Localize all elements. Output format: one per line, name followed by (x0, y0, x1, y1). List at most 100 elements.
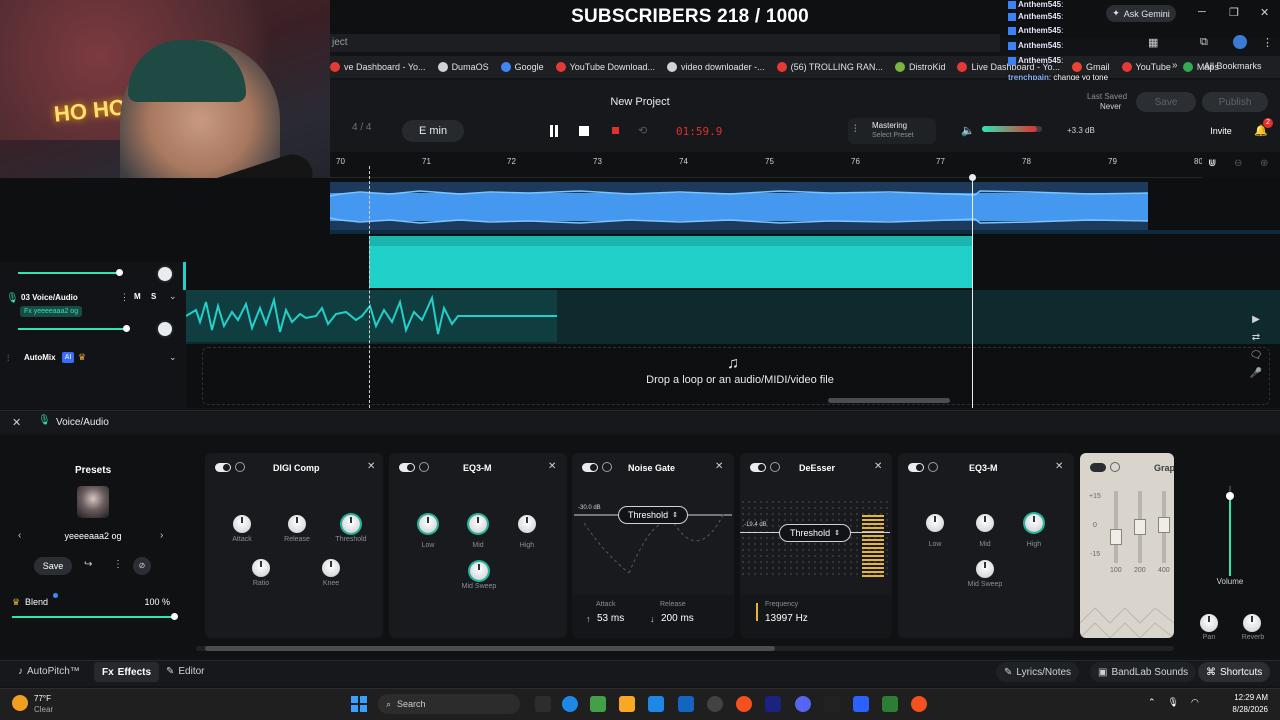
track-name[interactable]: 03 Voice/Audio (21, 293, 78, 302)
record-button[interactable] (612, 127, 619, 134)
effect-toggle[interactable] (215, 463, 231, 472)
ratio-knob[interactable] (252, 559, 270, 577)
zoom-in-icon[interactable]: ⊕ (1260, 158, 1268, 169)
info-icon[interactable] (1110, 462, 1120, 472)
voice-audio-clip[interactable] (185, 290, 557, 342)
publish-button[interactable]: Publish (1202, 92, 1268, 112)
shortcuts-button[interactable]: ⌘ Shortcuts (1198, 662, 1271, 682)
eq-band-fader[interactable] (1110, 529, 1122, 545)
bookmark[interactable]: YouTube Download... (555, 62, 655, 72)
close-icon[interactable]: ✕ (367, 461, 375, 472)
effects-tab[interactable]: Fx Effects (94, 662, 160, 682)
more-icon[interactable]: ⋮ (113, 559, 123, 570)
low-knob[interactable] (419, 515, 437, 533)
playhead[interactable] (369, 166, 370, 408)
chevron-down-icon[interactable]: ⌄ (169, 291, 177, 302)
eq-band-fader[interactable] (1134, 519, 1146, 535)
windows-start-icon[interactable] (351, 696, 367, 712)
knee-knob[interactable] (322, 559, 340, 577)
puzzle-icon[interactable]: ⧉ (1200, 36, 1208, 49)
project-title[interactable]: New Project (570, 96, 710, 108)
editor-tab[interactable]: ✎ Editor (166, 666, 205, 677)
high-knob[interactable] (1025, 514, 1043, 532)
minimize-icon[interactable]: ─ (1198, 6, 1206, 18)
save-project-button[interactable]: Save (1136, 92, 1196, 112)
track-pan-knob[interactable] (156, 265, 174, 283)
stop-button[interactable] (579, 126, 589, 136)
pan-knob[interactable] (1200, 614, 1218, 632)
kebab-menu-icon[interactable]: ⋮ (1262, 36, 1273, 49)
bookmark[interactable]: video downloader -... (667, 62, 765, 72)
mid-sweep-knob[interactable] (470, 562, 488, 580)
speaker-icon[interactable]: 🔈 (961, 124, 975, 137)
chrome-icon[interactable] (736, 696, 752, 712)
effect-toggle[interactable] (750, 463, 766, 472)
track-volume-slider[interactable] (18, 272, 120, 274)
excel-icon[interactable] (882, 696, 898, 712)
effect-toggle[interactable] (582, 463, 598, 472)
info-icon[interactable] (928, 462, 938, 472)
threshold-handle[interactable]: Threshold ⇕ (779, 524, 851, 542)
chevron-down-icon[interactable]: ⌄ (169, 352, 177, 363)
discord-icon[interactable] (795, 696, 811, 712)
mid-knob[interactable] (469, 515, 487, 533)
automix-label[interactable]: AutoMix (24, 353, 56, 362)
key-selector[interactable]: E min (402, 120, 464, 142)
bookmark[interactable]: DistroKid (894, 62, 945, 72)
time-signature[interactable]: 4 / 4 (352, 122, 388, 140)
edge-icon[interactable] (562, 696, 578, 712)
chat-icon[interactable]: 🗨 (1248, 350, 1264, 368)
bookmark[interactable]: ve Dashboard - Yo... (330, 62, 426, 72)
high-knob[interactable] (518, 515, 536, 533)
clock[interactable]: 12:29 AM (1212, 693, 1268, 702)
loop-icon[interactable]: ⟲ (638, 124, 652, 138)
loop-region-icon[interactable]: ⇄ (1248, 332, 1264, 350)
effect-toggle[interactable] (399, 463, 415, 472)
chevron-right-icon[interactable]: » (1172, 60, 1178, 71)
file-explorer-icon[interactable] (619, 696, 635, 712)
close-icon[interactable]: ✕ (715, 461, 723, 472)
close-icon[interactable]: ✕ (1055, 461, 1063, 472)
save-preset-button[interactable]: Save (34, 557, 72, 575)
preset-thumbnail[interactable] (77, 486, 109, 518)
frequency-value[interactable]: 13997 Hz (765, 613, 808, 624)
play-icon[interactable]: ▶ (1248, 314, 1264, 332)
close-icon[interactable]: ✕ (874, 461, 882, 472)
wifi-icon[interactable]: ◠ (1191, 697, 1199, 708)
timeline-ruler[interactable]: 70 71 72 73 74 75 76 77 78 79 80 (330, 152, 1203, 178)
weather-temp[interactable]: 77°F (34, 694, 51, 703)
steam-icon[interactable] (765, 696, 781, 712)
chrome-icon[interactable] (911, 696, 927, 712)
taskbar-search[interactable]: ⌕ Search (378, 694, 520, 714)
timeline-scrollbar[interactable] (828, 398, 950, 403)
info-icon[interactable] (770, 462, 780, 472)
attack-value[interactable]: 53 ms (597, 613, 624, 624)
low-knob[interactable] (926, 514, 944, 532)
all-bookmarks[interactable]: All Bookmarks (1204, 61, 1262, 71)
pause-button[interactable] (546, 123, 562, 139)
bookmark[interactable]: DumaOS (437, 62, 489, 72)
address-bar[interactable]: ject (330, 34, 1000, 52)
threshold-knob[interactable] (342, 515, 360, 533)
track-volume-slider[interactable] (18, 328, 128, 330)
track-volume-knob[interactable] (123, 325, 130, 332)
eq-band-fader[interactable] (1158, 517, 1170, 533)
epic-games-icon[interactable] (824, 696, 840, 712)
weather-icon[interactable] (12, 695, 28, 711)
store-icon[interactable] (678, 696, 694, 712)
volume-slider-knob[interactable] (1226, 492, 1234, 500)
mid-sweep-knob[interactable] (976, 560, 994, 578)
audio-clip[interactable] (329, 182, 1149, 232)
track-menu-icon[interactable]: ⋮ (120, 292, 129, 303)
attack-knob[interactable] (233, 515, 251, 533)
mute-button[interactable]: M (134, 292, 141, 301)
invite-button[interactable]: Invite (1202, 122, 1240, 140)
chevron-right-icon[interactable]: › (160, 530, 163, 541)
task-view-icon[interactable] (535, 696, 551, 712)
outlook-icon[interactable] (648, 696, 664, 712)
effect-toggle[interactable] (908, 463, 924, 472)
lyrics-notes-button[interactable]: ✎ Lyrics/Notes (996, 662, 1080, 682)
app-icon[interactable] (590, 696, 606, 712)
obs-icon[interactable] (707, 696, 723, 712)
close-window-icon[interactable]: ✕ (1260, 6, 1269, 19)
